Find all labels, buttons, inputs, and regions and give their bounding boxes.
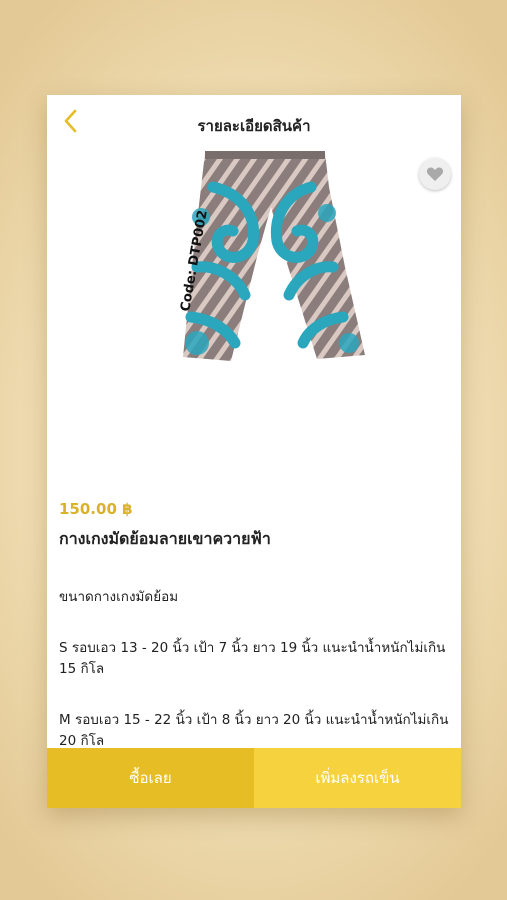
heart-icon bbox=[426, 167, 444, 181]
buy-now-button[interactable]: ซื้อเลย bbox=[47, 748, 254, 808]
product-description: ขนาดกางเกงมัดย้อม S รอบเอว 13 - 20 นิ้ว … bbox=[59, 587, 451, 748]
favorite-button[interactable] bbox=[419, 158, 451, 190]
product-image: Code: DTP002 bbox=[178, 151, 365, 361]
page-title: รายละเอียดสินค้า bbox=[197, 117, 311, 135]
description-line: ขนาดกางเกงมัดย้อม bbox=[59, 589, 179, 605]
add-to-cart-button[interactable]: เพิ่มลงรถเข็น bbox=[254, 748, 461, 808]
product-info[interactable]: 150.00 ฿ กางเกงมัดย้อมลายเขาควายฟ้า ขนาด… bbox=[47, 490, 461, 748]
product-name: กางเกงมัดย้อมลายเขาควายฟ้า bbox=[59, 529, 271, 548]
header: รายละเอียดสินค้า bbox=[47, 95, 461, 147]
product-detail-card: รายละเอียดสินค้า Code: DTP002 150.00 ฿ ก… bbox=[47, 95, 461, 808]
description-line: M รอบเอว 15 - 22 นิ้ว เป้า 8 นิ้ว ยาว 20… bbox=[59, 712, 449, 748]
product-price: 150.00 ฿ bbox=[59, 500, 133, 518]
action-bar: ซื้อเลย เพิ่มลงรถเข็น bbox=[47, 748, 461, 808]
description-line: S รอบเอว 13 - 20 นิ้ว เป้า 7 นิ้ว ยาว 19… bbox=[59, 640, 446, 677]
